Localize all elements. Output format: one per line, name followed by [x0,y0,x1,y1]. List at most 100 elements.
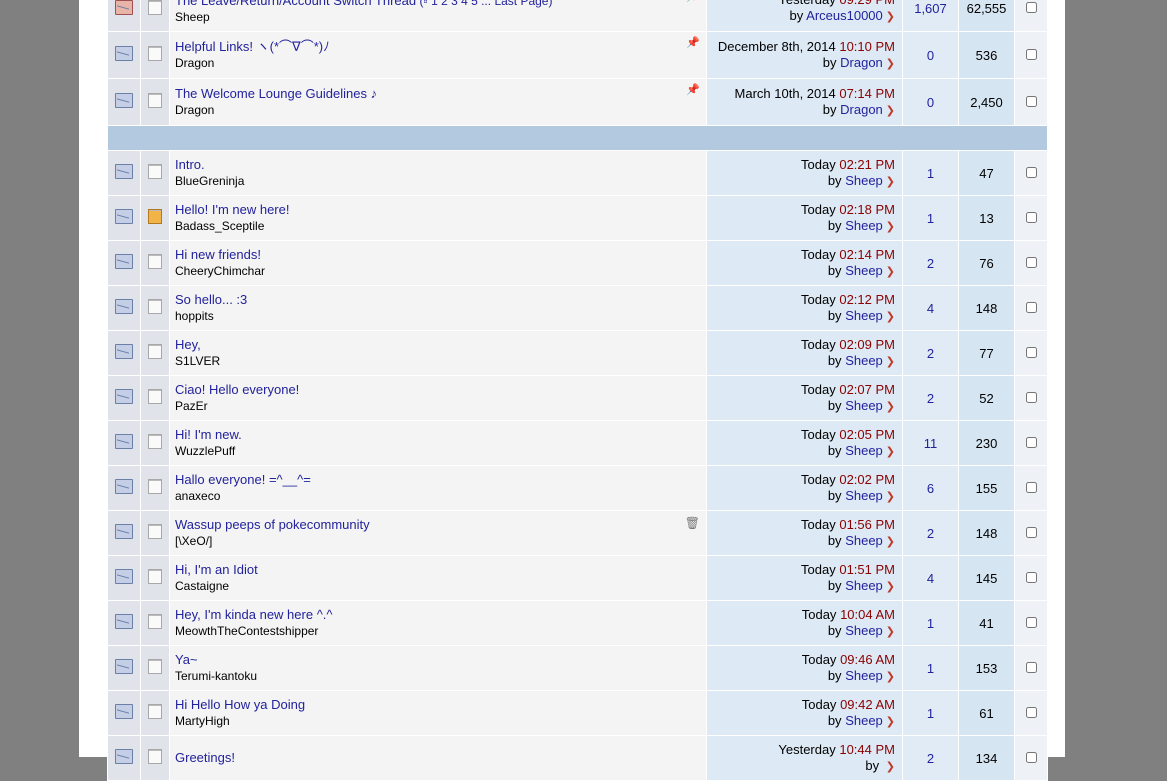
thread-row[interactable]: Hi Hello How ya Doing MartyHigh Today 09:4… [107,690,1048,736]
go-to-last-post-icon[interactable]: ❯ [886,716,895,728]
thread-starter[interactable]: Sheep [175,9,706,25]
thread-select-checkbox[interactable] [1025,391,1037,403]
thread-select-checkbox[interactable] [1025,301,1037,313]
reply-count[interactable]: 2 [927,751,934,766]
last-poster-link[interactable]: Sheep [845,488,883,503]
go-to-last-post-icon[interactable]: ❯ [886,536,895,548]
thread-select-checkbox[interactable] [1025,571,1037,583]
last-poster-link[interactable]: Sheep [845,353,883,368]
thread-row[interactable]: Hallo everyone! =^__^= anaxeco Today 02:02… [107,465,1048,511]
reply-count[interactable]: 2 [927,256,934,271]
thread-title[interactable]: Wassup peeps of pokecommunity [175,517,370,532]
thread-select-checkbox[interactable] [1025,706,1037,718]
last-poster-link[interactable]: Sheep [845,308,883,323]
thread-select-checkbox[interactable] [1025,616,1037,628]
thread-title-link[interactable]: Intro. [175,157,706,173]
thread-row[interactable]: Hi! I'm new. WuzzlePuff Today 02:05 PM by S… [107,420,1048,466]
thread-title-link[interactable]: Helpful Links! ヽ(*⌒∇⌒*)ﾉ [175,39,706,55]
thread-select-checkbox[interactable] [1025,751,1037,763]
thread-title-link[interactable]: The Leave/Return/Account Switch Thread (… [175,0,706,9]
thread-starter[interactable]: [\XeO/] [175,533,706,549]
thread-row[interactable]: Ya~ Terumi-kantoku Today 09:46 AM by Sheep ❯… [107,645,1048,691]
thread-pager[interactable]: (▫ 1 2 3 4 5 ... Last Page) [416,0,552,8]
thread-starter[interactable]: Dragon [175,55,706,71]
reply-count[interactable]: 4 [927,571,934,586]
reply-count[interactable]: 6 [927,481,934,496]
reply-count[interactable]: 4 [927,301,934,316]
thread-title[interactable]: The Welcome Lounge Guidelines ♪ [175,86,377,101]
go-to-last-post-icon[interactable]: ❯ [886,401,895,413]
thread-starter[interactable]: MartyHigh [175,713,706,729]
last-poster-link[interactable]: Sheep [845,713,883,728]
thread-select-checkbox[interactable] [1025,2,1037,13]
thread-starter[interactable]: MeowthTheContestshipper [175,623,706,639]
sticky-thread-row[interactable]: Helpful Links! ヽ(*⌒∇⌒*)ﾉ Dragon 📌 December … [107,31,1048,79]
thread-title-link[interactable]: So hello... :3 [175,292,706,308]
reply-count[interactable]: 1 [927,616,934,631]
sticky-thread-row[interactable]: The Leave/Return/Account Switch Thread (… [107,0,1048,32]
thread-starter[interactable]: hoppits [175,308,706,324]
thread-title-link[interactable]: Wassup peeps of pokecommunity [175,517,706,533]
go-to-last-post-icon[interactable]: ❯ [886,356,895,368]
reply-count[interactable]: 1,607 [914,1,947,16]
thread-starter[interactable]: Badass_Sceptile [175,218,706,234]
thread-select-checkbox[interactable] [1025,48,1037,60]
thread-row[interactable]: Wassup peeps of pokecommunity [\XeO/] 🗑 Tod… [107,510,1048,556]
thread-starter[interactable]: S1LVER [175,353,706,369]
last-poster-link[interactable]: Sheep [845,218,883,233]
reply-count[interactable]: 1 [927,706,934,721]
reply-count[interactable]: 0 [927,95,934,110]
sticky-thread-row[interactable]: The Welcome Lounge Guidelines ♪ Dragon 📌 Ma… [107,78,1048,126]
thread-starter[interactable]: PazEr [175,398,706,414]
thread-row[interactable]: Hey, S1LVER Today 02:09 PM by Sheep ❯ 2 77 [107,330,1048,376]
reply-count[interactable]: 0 [927,48,934,63]
thread-row[interactable]: So hello... :3 hoppits Today 02:12 PM by Sh… [107,285,1048,331]
thread-title[interactable]: Hallo everyone! =^__^= [175,472,311,487]
reply-count[interactable]: 1 [927,211,934,226]
go-to-last-post-icon[interactable]: ❯ [886,491,895,503]
thread-starter[interactable]: Castaigne [175,578,706,594]
thread-starter[interactable]: BlueGreninja [175,173,706,189]
go-to-last-post-icon[interactable]: ❯ [886,446,895,458]
go-to-last-post-icon[interactable]: ❯ [886,311,895,323]
thread-title[interactable]: Hi! I'm new. [175,427,242,442]
thread-title[interactable]: Hi Hello How ya Doing [175,697,305,712]
reply-count[interactable]: 1 [927,661,934,676]
thread-row[interactable]: Intro. BlueGreninja Today 02:21 PM by Sheep… [107,150,1048,196]
thread-title[interactable]: Hi, I'm an Idiot [175,562,258,577]
reply-count[interactable]: 2 [927,526,934,541]
thread-title[interactable]: Hey, [175,337,201,352]
go-to-last-post-icon[interactable]: ❯ [886,11,895,23]
last-poster-link[interactable]: Sheep [845,398,883,413]
go-to-last-post-icon[interactable]: ❯ [886,105,895,117]
last-poster-link[interactable]: Arceus10000 [806,8,883,23]
thread-select-checkbox[interactable] [1025,526,1037,538]
thread-row[interactable]: Hey, I'm kinda new here ^.^ MeowthTheCont… [107,600,1048,646]
last-poster-link[interactable]: Sheep [845,173,883,188]
thread-title[interactable]: Hey, I'm kinda new here ^.^ [175,607,333,622]
pager-pages[interactable]: 1 2 3 4 5 ... Last Page [431,0,548,8]
thread-row[interactable]: Ciao! Hello everyone! PazEr Today 02:07 PM… [107,375,1048,421]
last-poster-link[interactable]: Sheep [845,443,883,458]
thread-title[interactable]: Intro. [175,157,205,172]
thread-select-checkbox[interactable] [1025,211,1037,223]
thread-title-link[interactable]: The Welcome Lounge Guidelines ♪ [175,86,706,102]
thread-title-link[interactable]: Greetings! [175,750,706,766]
thread-select-checkbox[interactable] [1025,166,1037,178]
go-to-last-post-icon[interactable]: ❯ [886,176,895,188]
thread-row[interactable]: Hello! I'm new here! Badass_Sceptile Today… [107,195,1048,241]
thread-starter[interactable]: anaxeco [175,488,706,504]
thread-select-checkbox[interactable] [1025,661,1037,673]
thread-title[interactable]: Hello! I'm new here! [175,202,289,217]
last-poster-link[interactable]: Dragon [840,102,883,117]
reply-count[interactable]: 2 [927,346,934,361]
last-poster-link[interactable]: Dragon [840,55,883,70]
thread-title-link[interactable]: Hello! I'm new here! [175,202,706,218]
go-to-last-post-icon[interactable]: ❯ [886,671,895,683]
thread-starter[interactable]: Dragon [175,102,706,118]
go-to-last-post-icon[interactable]: ❯ [886,761,895,773]
thread-select-checkbox[interactable] [1025,256,1037,268]
thread-select-checkbox[interactable] [1025,436,1037,448]
thread-row[interactable]: Hi, I'm an Idiot Castaigne Today 01:51 PM b… [107,555,1048,601]
go-to-last-post-icon[interactable]: ❯ [886,58,895,70]
